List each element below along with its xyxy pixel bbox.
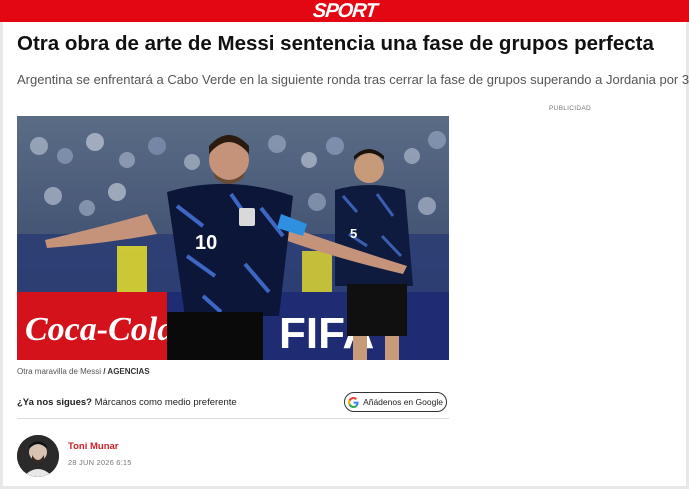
- follow-question: ¿Ya nos sigues?: [17, 397, 92, 408]
- site-header: SPORT: [0, 0, 689, 22]
- article-title: Otra obra de arte de Messi sentencia una…: [17, 32, 654, 55]
- photo-caption: Otra maravilla de Messi / AGENCIAS: [17, 367, 150, 376]
- google-icon: [348, 396, 359, 408]
- add-google-label: Añádenos en Google: [363, 397, 443, 407]
- main-jersey-number: 10: [195, 232, 217, 254]
- site-logo[interactable]: SPORT: [312, 0, 378, 22]
- divider: [17, 418, 449, 419]
- photo-caption-text: Otra maravilla de Messi: [17, 367, 102, 376]
- photo-illustration: Coca-Cola FIFA 5 10: [17, 116, 449, 360]
- ad-label: PUBLICIDAD: [549, 105, 592, 112]
- follow-prompt: ¿Ya nos sigues? Márcanos como medio pref…: [17, 397, 237, 408]
- publish-date: 28 JUN 2026 6:15: [68, 458, 132, 467]
- author-name[interactable]: Toni Munar: [68, 441, 118, 452]
- follow-text: Márcanos como medio preferente: [94, 397, 237, 408]
- add-google-button[interactable]: Añádenos en Google: [344, 392, 447, 412]
- article-photo[interactable]: Coca-Cola FIFA 5 10: [17, 116, 449, 360]
- second-jersey-number: 5: [350, 226, 357, 241]
- author-photo: [17, 435, 59, 477]
- author-avatar[interactable]: [17, 435, 59, 477]
- banner-left-text: Coca-Cola: [25, 311, 174, 348]
- window-frame-left: [0, 0, 3, 489]
- article-subtitle: Argentina se enfrentará a Cabo Verde en …: [17, 72, 689, 87]
- photo-credit: / AGENCIAS: [103, 367, 150, 376]
